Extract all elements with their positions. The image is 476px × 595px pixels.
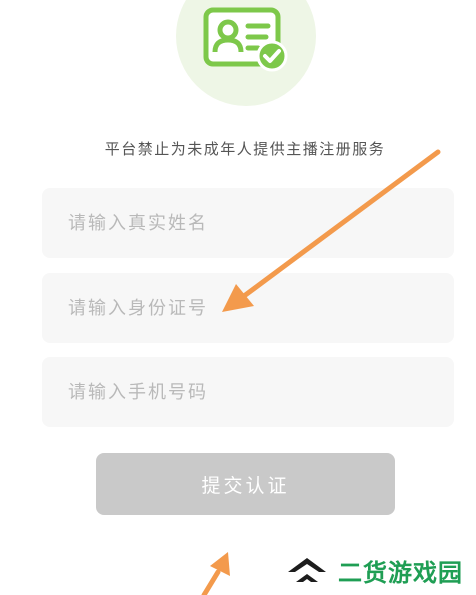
watermark-chevron-logo-icon [288, 558, 326, 582]
minor-restriction-notice: 平台禁止为未成年人提供主播注册服务 [104, 140, 386, 158]
real-name-input[interactable] [42, 188, 454, 258]
arrow-partial-bottom [201, 552, 230, 595]
id-number-input[interactable] [42, 273, 454, 343]
site-watermark: 二货游戏园 [284, 552, 463, 588]
phone-field-container [42, 357, 454, 427]
id-number-field-container [42, 273, 454, 343]
id-card-verified-icon [203, 7, 288, 72]
real-name-field-container [42, 188, 454, 258]
submit-verification-button[interactable]: 提交认证 [96, 453, 395, 515]
phone-input[interactable] [42, 357, 454, 427]
watermark-text: 二货游戏园 [338, 558, 463, 587]
